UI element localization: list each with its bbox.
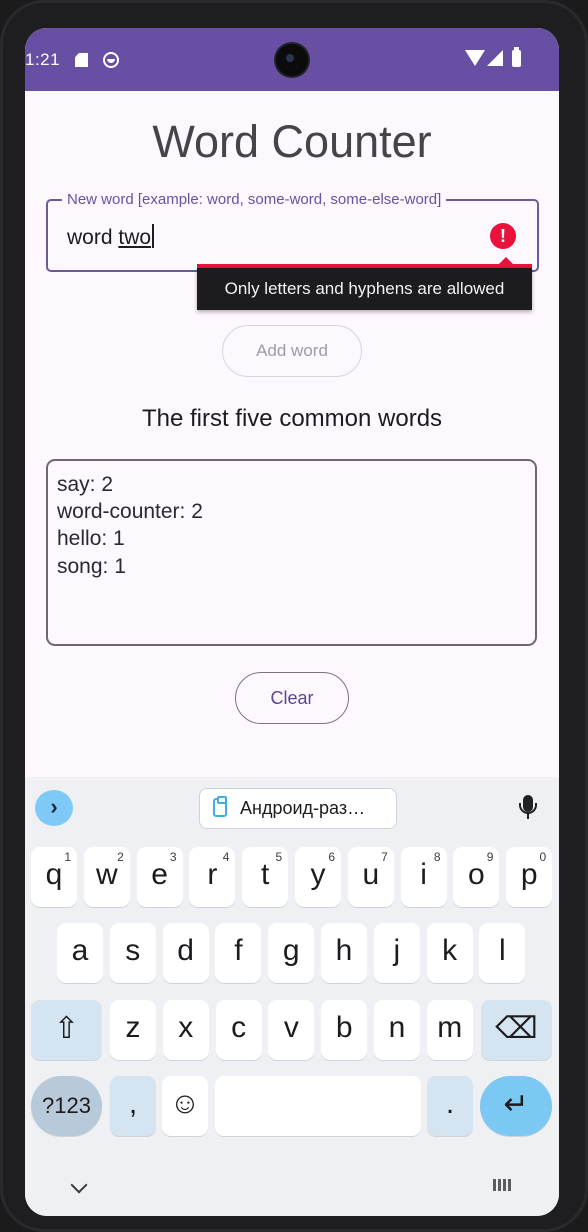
enter-icon: ↵ <box>503 1088 529 1121</box>
status-bar: 1:21 <box>25 28 559 91</box>
key-p[interactable]: p0 <box>506 847 553 907</box>
wifi-icon <box>465 50 485 66</box>
status-time: 1:21 <box>25 50 61 69</box>
key-z[interactable]: z <box>110 1000 156 1060</box>
enter-key[interactable]: ↵ <box>480 1076 552 1136</box>
result-line: hello: 1 <box>57 527 125 550</box>
microphone-stand <box>527 813 529 819</box>
result-line: say: 2 <box>57 473 114 496</box>
battery-icon <box>512 47 521 67</box>
emoji-key[interactable]: ☺ <box>162 1076 208 1136</box>
front-camera <box>276 44 308 76</box>
signal-icon <box>487 50 503 66</box>
space-key[interactable] <box>215 1076 421 1136</box>
value-prefix: word <box>67 226 119 249</box>
add-word-button[interactable]: Add word <box>222 325 362 377</box>
key-u[interactable]: u7 <box>347 847 394 907</box>
shift-key[interactable]: ⇧ <box>31 1000 102 1060</box>
key-b[interactable]: b <box>321 1000 368 1060</box>
error-icon[interactable]: ! <box>490 223 516 249</box>
error-tooltip: Only letters and hyphens are allowed <box>197 268 532 310</box>
key-y[interactable]: y6 <box>295 847 341 907</box>
toolbar-toggle-button[interactable]: › <box>35 790 73 826</box>
key-w[interactable]: w2 <box>83 847 130 907</box>
key-h[interactable]: h <box>321 923 367 983</box>
key-j[interactable]: j <box>373 923 420 983</box>
period-key[interactable]: . <box>427 1076 473 1136</box>
backspace-key[interactable]: ⌫ <box>481 1000 552 1060</box>
clear-button[interactable]: Clear <box>235 672 349 724</box>
comma-key[interactable]: , <box>110 1076 156 1136</box>
key-x[interactable]: x <box>162 1000 209 1060</box>
key-k[interactable]: k <box>426 923 473 983</box>
value-composing: two <box>118 226 152 249</box>
microphone-icon[interactable] <box>519 795 537 814</box>
new-word-value[interactable]: word two <box>67 224 155 250</box>
keyboard: › Андроид-раз… ⇧ ⌫ ?123 , ☺ . ↵ q1w2e3r4… <box>25 777 559 1216</box>
key-m[interactable]: m <box>426 1000 473 1060</box>
screen: 1:21 Word Counter New word [example: wor… <box>25 28 559 1216</box>
symbols-key[interactable]: ?123 <box>31 1076 102 1136</box>
text-cursor <box>152 224 155 248</box>
device-frame: 1:21 Word Counter New word [example: wor… <box>0 0 588 1232</box>
emoji-icon: ☺ <box>169 1087 201 1120</box>
result-line: word-counter: 2 <box>57 500 203 523</box>
key-a[interactable]: a <box>57 923 103 983</box>
clipboard-suggestion-chip[interactable]: Андроид-раз… <box>199 788 397 829</box>
key-i[interactable]: i8 <box>400 847 447 907</box>
key-v[interactable]: v <box>268 1000 315 1060</box>
hide-keyboard-icon[interactable] <box>70 1176 88 1194</box>
key-l[interactable]: l <box>479 923 526 983</box>
key-r[interactable]: r4 <box>189 847 236 907</box>
results-box <box>46 459 537 646</box>
key-f[interactable]: f <box>215 923 262 983</box>
keyboard-switch-icon[interactable] <box>493 1179 513 1191</box>
key-t[interactable]: t5 <box>242 847 289 907</box>
new-word-label: New word [example: word, some-word, some… <box>62 191 447 208</box>
key-o[interactable]: o9 <box>453 847 500 907</box>
result-line: song: 1 <box>57 555 126 578</box>
clipboard-icon <box>213 796 227 817</box>
page-title: Word Counter <box>152 116 432 167</box>
face-unlock-icon <box>103 52 119 68</box>
key-c[interactable]: c <box>215 1000 262 1060</box>
key-g[interactable]: g <box>268 923 315 983</box>
sd-card-icon <box>75 53 88 67</box>
key-d[interactable]: d <box>162 923 209 983</box>
key-n[interactable]: n <box>374 1000 420 1060</box>
results-title: The first five common words <box>141 405 443 432</box>
clipboard-text: Андроид-раз… <box>240 798 366 818</box>
key-e[interactable]: e3 <box>136 847 183 907</box>
key-s[interactable]: s <box>109 923 156 983</box>
key-q[interactable]: q1 <box>31 847 77 907</box>
